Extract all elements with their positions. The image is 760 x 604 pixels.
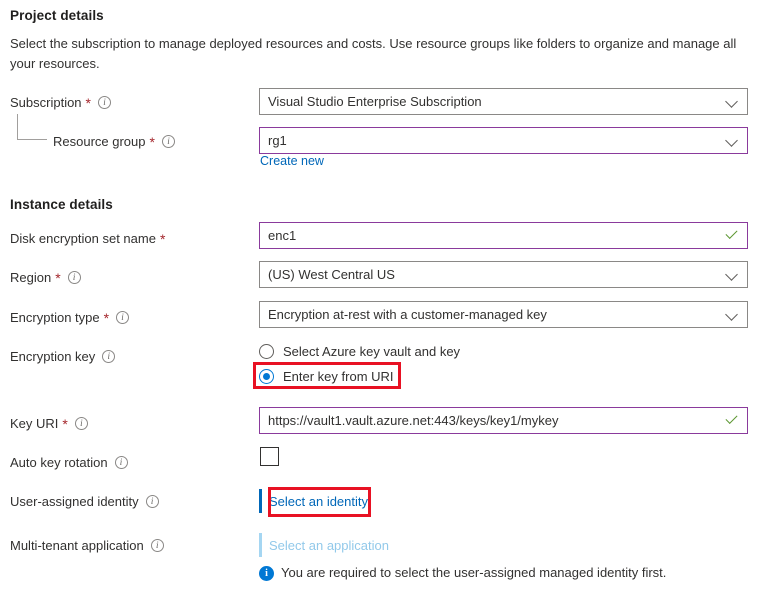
info-icon[interactable]: i [115, 456, 128, 469]
disk-encryption-set-name-required-star: * [160, 232, 165, 246]
subscription-dropdown[interactable]: Visual Studio Enterprise Subscription [259, 88, 748, 115]
encryption-type-required-star: * [104, 311, 109, 325]
picker-accent-bar [259, 533, 262, 557]
info-filled-icon: i [259, 566, 274, 581]
encryption-key-label: Encryption key i [10, 346, 115, 366]
encryption-key-option-uri-label: Enter key from URI [283, 369, 394, 384]
create-new-resource-group-link[interactable]: Create new [260, 154, 324, 168]
resource-group-required-star: * [150, 135, 155, 149]
chevron-down-icon [727, 96, 739, 108]
radio-button-selected[interactable] [259, 369, 274, 384]
region-value: (US) West Central US [268, 267, 721, 282]
check-icon [725, 414, 739, 428]
radio-button-unselected[interactable] [259, 344, 274, 359]
info-icon[interactable]: i [102, 350, 115, 363]
project-details-heading: Project details [10, 8, 104, 23]
region-label: Region * i [10, 267, 81, 287]
chevron-down-icon [727, 269, 739, 281]
info-icon[interactable]: i [146, 495, 159, 508]
select-an-application-link: Select an application [269, 538, 389, 553]
identity-required-info-message: i You are required to select the user-as… [259, 565, 739, 580]
disk-encryption-set-name-input[interactable]: enc1 [259, 222, 748, 249]
project-details-description: Select the subscription to manage deploy… [10, 34, 750, 74]
identity-required-info-text: You are required to select the user-assi… [281, 565, 666, 580]
disk-encryption-set-name-label-text: Disk encryption set name [10, 231, 156, 246]
encryption-key-label-text: Encryption key [10, 349, 95, 364]
key-uri-input[interactable]: https://vault1.vault.azure.net:443/keys/… [259, 407, 748, 434]
chevron-down-icon [727, 135, 739, 147]
subscription-required-star: * [86, 96, 91, 110]
subscription-label: Subscription * i [10, 92, 111, 112]
region-dropdown[interactable]: (US) West Central US [259, 261, 748, 288]
info-icon[interactable]: i [162, 135, 175, 148]
info-icon[interactable]: i [98, 96, 111, 109]
user-assigned-identity-picker[interactable]: Select an identity [259, 489, 368, 513]
multi-tenant-application-label-text: Multi-tenant application [10, 538, 144, 553]
encryption-key-option-vault[interactable]: Select Azure key vault and key [259, 341, 460, 361]
user-assigned-identity-label: User-assigned identity i [10, 491, 159, 511]
resource-group-label-text: Resource group [53, 134, 146, 149]
resource-group-tree-connector [17, 114, 47, 140]
info-icon[interactable]: i [116, 311, 129, 324]
key-uri-value: https://vault1.vault.azure.net:443/keys/… [268, 413, 719, 428]
instance-details-heading: Instance details [10, 197, 113, 212]
info-icon[interactable]: i [68, 271, 81, 284]
encryption-key-option-uri[interactable]: Enter key from URI [259, 366, 394, 386]
region-required-star: * [55, 271, 60, 285]
subscription-label-text: Subscription [10, 95, 82, 110]
disk-encryption-set-name-value: enc1 [268, 228, 719, 243]
key-uri-required-star: * [62, 417, 67, 431]
info-icon[interactable]: i [151, 539, 164, 552]
check-icon [725, 229, 739, 243]
chevron-down-icon [727, 309, 739, 321]
resource-group-value: rg1 [268, 133, 721, 148]
encryption-key-option-vault-label: Select Azure key vault and key [283, 344, 460, 359]
disk-encryption-set-create-form: Project details Select the subscription … [0, 0, 760, 604]
resource-group-label: Resource group * i [53, 131, 175, 151]
encryption-type-dropdown[interactable]: Encryption at-rest with a customer-manag… [259, 301, 748, 328]
encryption-type-label-text: Encryption type [10, 310, 100, 325]
picker-accent-bar [259, 489, 262, 513]
auto-key-rotation-label: Auto key rotation i [10, 452, 128, 472]
multi-tenant-application-picker: Select an application [259, 533, 389, 557]
auto-key-rotation-label-text: Auto key rotation [10, 455, 108, 470]
auto-key-rotation-checkbox[interactable] [260, 447, 279, 466]
resource-group-dropdown[interactable]: rg1 [259, 127, 748, 154]
region-label-text: Region [10, 270, 51, 285]
key-uri-label: Key URI * i [10, 413, 88, 433]
encryption-type-value: Encryption at-rest with a customer-manag… [268, 307, 721, 322]
key-uri-label-text: Key URI [10, 416, 58, 431]
disk-encryption-set-name-label: Disk encryption set name * [10, 228, 165, 248]
subscription-value: Visual Studio Enterprise Subscription [268, 94, 721, 109]
select-an-identity-link[interactable]: Select an identity [269, 494, 368, 509]
encryption-type-label: Encryption type * i [10, 307, 129, 327]
user-assigned-identity-label-text: User-assigned identity [10, 494, 139, 509]
multi-tenant-application-label: Multi-tenant application i [10, 535, 164, 555]
info-icon[interactable]: i [75, 417, 88, 430]
